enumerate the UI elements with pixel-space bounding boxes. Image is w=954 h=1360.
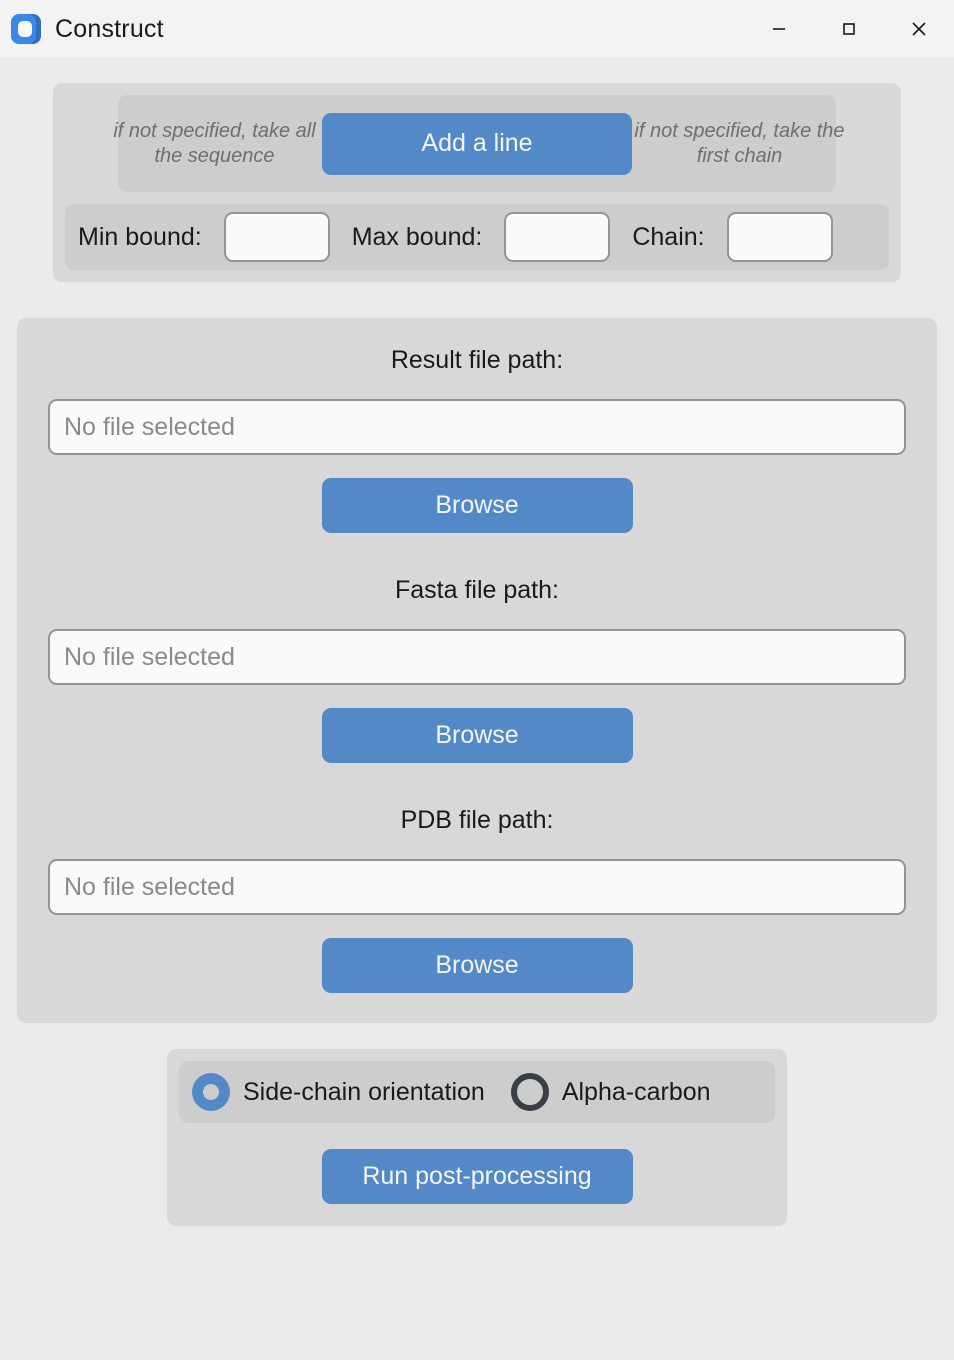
add-line-row: if not specified, take all the sequence … [113,95,845,192]
result-file-label: Result file path: [390,346,564,374]
result-browse-wrap: Browse [48,478,906,533]
radio-option-side-chain-orientation[interactable]: Side-chain orientation [192,1073,485,1111]
maximize-icon[interactable] [814,0,884,58]
pdb-file-group: PDB file path: Browse [48,806,906,993]
pdb-file-input[interactable] [48,859,906,915]
app-logo-icon [11,14,41,44]
result-file-input[interactable] [48,399,906,455]
fasta-file-input[interactable] [48,629,906,685]
minimize-icon[interactable] [744,0,814,58]
result-file-group: Result file path: Browse [48,346,906,533]
pdb-browse-button[interactable]: Browse [321,938,633,993]
chain-label: Chain: [632,222,705,251]
close-icon[interactable] [884,0,954,58]
title-bar: Construct [0,0,954,59]
post-processing-panel: Side-chain orientation Alpha-carbon Run … [167,1049,787,1226]
run-post-processing-button[interactable]: Run post-processing [321,1149,633,1204]
fasta-file-label: Fasta file path: [395,576,559,604]
fasta-browse-wrap: Browse [48,708,906,763]
fasta-file-group: Fasta file path: Browse [48,576,906,763]
file-paths-panel: Result file path: Browse Fasta file path… [17,318,937,1023]
pdb-file-label: PDB file path: [400,806,554,834]
bounds-row: Min bound: Max bound: Chain: [65,204,889,270]
pdb-browse-wrap: Browse [48,938,906,993]
radio-label-alpha-carbon: Alpha-carbon [561,1077,711,1106]
radio-label-side-chain-orientation: Side-chain orientation [243,1077,485,1106]
orientation-radio-group: Side-chain orientation Alpha-carbon [179,1061,775,1123]
min-bound-label: Min bound: [78,222,202,251]
max-bound-label: Max bound: [351,222,483,251]
radio-option-alpha-carbon[interactable]: Alpha-carbon [510,1073,711,1111]
radio-unselected-icon[interactable] [510,1073,549,1111]
chain-input[interactable] [726,212,833,262]
max-bound-input[interactable] [504,212,611,262]
run-button-wrap: Run post-processing [179,1149,775,1204]
window-controls [744,0,954,58]
sequence-options-panel: if not specified, take all the sequence … [53,83,901,282]
fasta-browse-button[interactable]: Browse [321,708,633,763]
add-a-line-button[interactable]: Add a line [322,112,632,175]
hint-chain: if not specified, take the first chain [634,119,845,167]
result-browse-button[interactable]: Browse [321,478,633,533]
min-bound-input[interactable] [223,212,330,262]
hint-sequence: if not specified, take all the sequence [113,119,316,167]
radio-selected-icon[interactable] [192,1073,230,1111]
window-title: Construct [55,14,164,43]
